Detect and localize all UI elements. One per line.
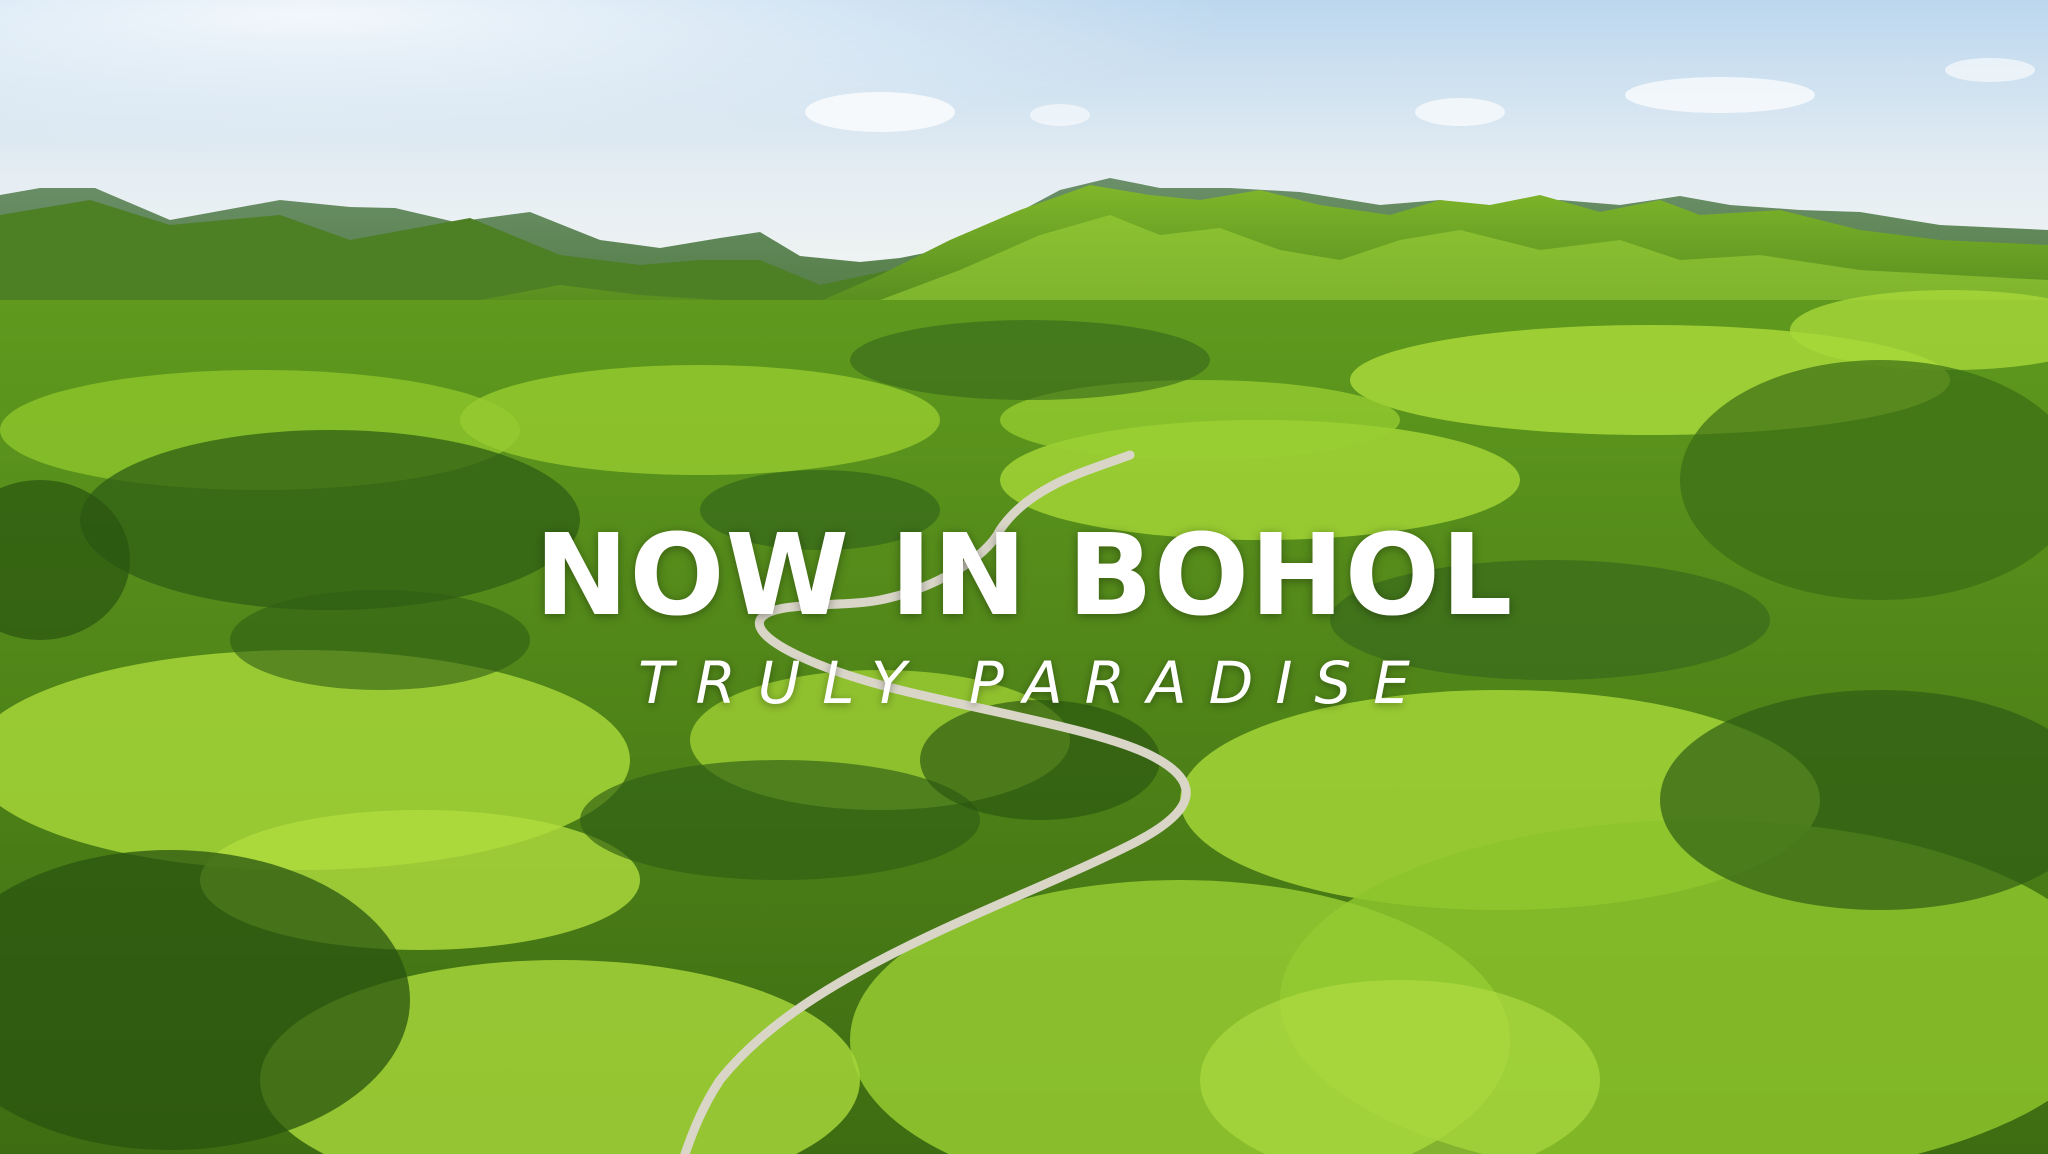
hero-subline: TRULY PARADISE — [638, 649, 1432, 717]
hero-banner: NOW IN BOHOL TRULY PARADISE — [0, 0, 2048, 1154]
hero-headline: NOW IN BOHOL — [534, 511, 1514, 641]
hero-text: NOW IN BOHOL TRULY PARADISE — [0, 520, 2048, 712]
